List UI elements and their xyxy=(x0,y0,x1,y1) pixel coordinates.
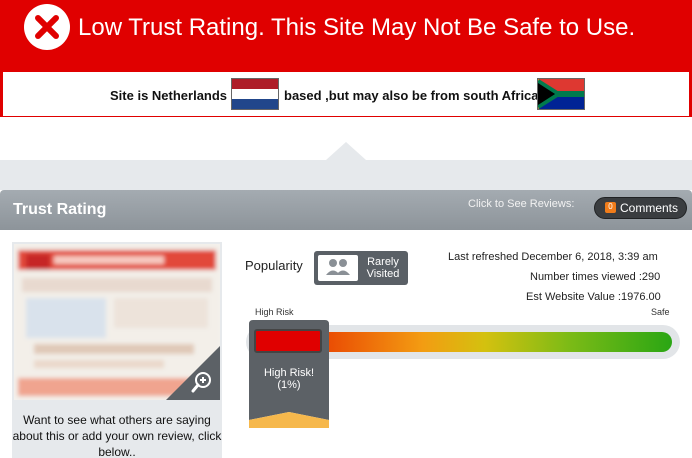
safe-label: Safe xyxy=(651,307,670,317)
close-icon xyxy=(24,4,70,50)
site-screenshot-thumbnail[interactable] xyxy=(14,244,220,400)
popularity-badge: Rarely Visited xyxy=(314,251,408,285)
click-to-see-reviews-label: Click to See Reviews: xyxy=(468,198,575,210)
trust-pointer-percent: (1%) xyxy=(277,379,301,391)
popularity-label: Popularity xyxy=(245,258,303,273)
warning-banner: Low Trust Rating. This Site May Not Be S… xyxy=(0,0,692,117)
popularity-badge-label: Rarely Visited xyxy=(366,256,400,280)
trust-rating-title: Trust Rating xyxy=(13,201,107,218)
trust-rating-header: Trust Rating Click to See Reviews: 0 Com… xyxy=(0,190,692,230)
high-risk-label: High Risk xyxy=(255,307,294,317)
south-africa-flag-icon xyxy=(536,78,586,110)
trust-rating-body: Want to see what others are saying about… xyxy=(0,230,692,458)
comments-count: 0 xyxy=(608,202,613,211)
section-divider xyxy=(0,160,692,190)
comments-button-label: Comments xyxy=(620,201,679,215)
trust-pointer-label: High Risk! (1%) xyxy=(249,367,329,391)
location-text-end: based ,but may also be from south Africa xyxy=(284,88,539,103)
trust-pointer-risk: High Risk! xyxy=(263,367,315,379)
location-text-start: Site is Netherlands xyxy=(110,88,228,103)
netherlands-flag-icon xyxy=(231,78,279,110)
section-notch xyxy=(326,142,366,160)
review-prompt-text[interactable]: Want to see what others are saying about… xyxy=(12,412,222,458)
site-thumbnail-panel[interactable]: Want to see what others are saying about… xyxy=(12,242,222,458)
warning-title: Low Trust Rating. This Site May Not Be S… xyxy=(78,14,636,41)
comments-button[interactable]: 0 Comments xyxy=(594,197,687,219)
site-location-bar: Site is Netherlands based ,but may also … xyxy=(0,72,692,116)
users-icon xyxy=(318,255,358,281)
website-value: Est Website Value :1976.00 xyxy=(526,291,661,303)
last-refreshed: Last refreshed December 6, 2018, 3:39 am xyxy=(448,251,658,263)
zoom-in-icon[interactable] xyxy=(190,370,216,396)
comment-bubble-icon: 0 xyxy=(605,202,616,213)
times-viewed: Number times viewed :290 xyxy=(530,271,661,283)
